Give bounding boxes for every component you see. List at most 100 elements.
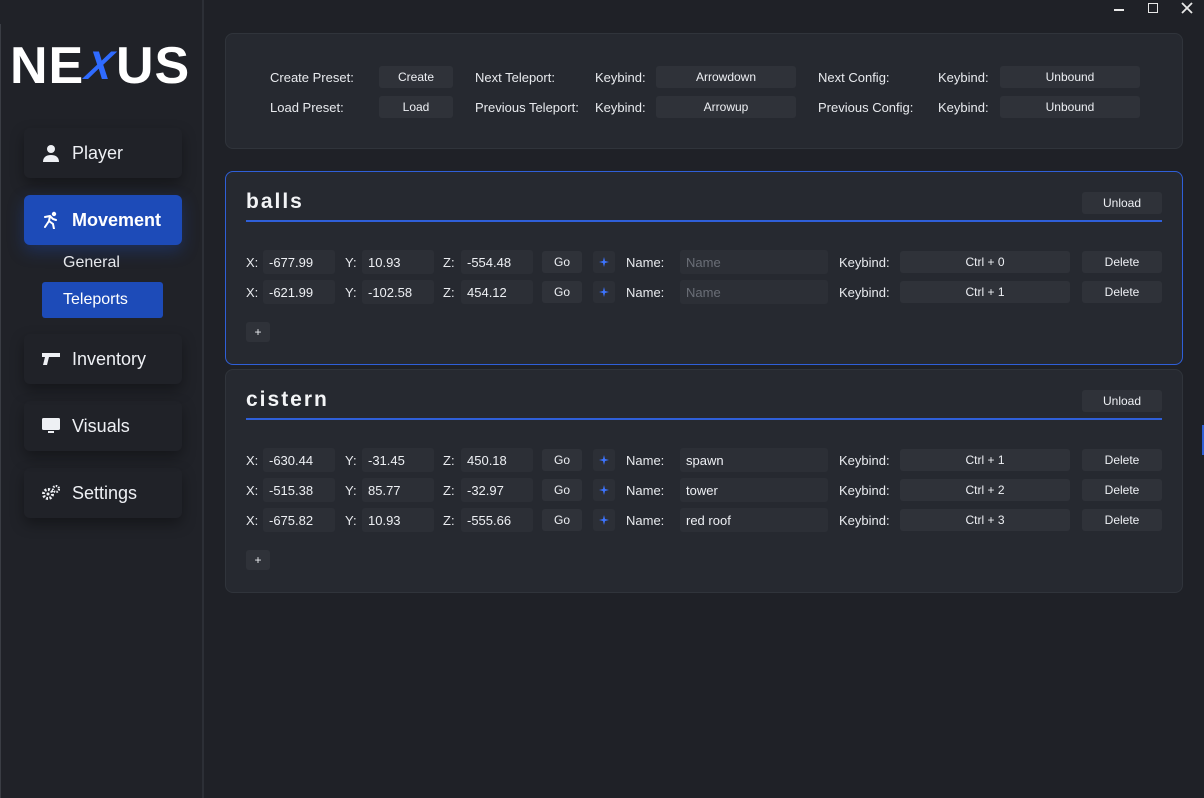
keybind-label: Keybind: xyxy=(839,285,890,300)
name-field[interactable] xyxy=(680,448,828,472)
sidebar-item-inventory[interactable]: Inventory xyxy=(24,334,182,384)
set-position-button[interactable] xyxy=(593,479,615,501)
y-coordinate: -31.45 xyxy=(362,448,434,472)
y-label: Y: xyxy=(345,483,357,498)
x-coordinate: -621.99 xyxy=(263,280,335,304)
crosshair-icon xyxy=(599,485,609,495)
maximize-button[interactable] xyxy=(1136,0,1170,16)
z-coordinate: -32.97 xyxy=(461,478,533,502)
name-input[interactable] xyxy=(686,512,828,528)
sidebar-subitem-label: General xyxy=(63,254,120,271)
close-button[interactable] xyxy=(1170,0,1204,16)
keybind-label: Keybind: xyxy=(839,453,890,468)
x-coordinate: -675.82 xyxy=(263,508,335,532)
go-button[interactable]: Go xyxy=(542,251,582,273)
sidebar-item-player[interactable]: Player xyxy=(24,128,182,178)
name-input[interactable] xyxy=(686,452,828,468)
gears-icon xyxy=(42,484,60,502)
x-label: X: xyxy=(246,255,259,270)
delete-button[interactable]: Delete xyxy=(1082,449,1162,471)
go-button[interactable]: Go xyxy=(542,509,582,531)
crosshair-icon xyxy=(599,455,609,465)
delete-button[interactable]: Delete xyxy=(1082,479,1162,501)
name-input[interactable] xyxy=(686,284,828,300)
sidebar-item-settings[interactable]: Settings xyxy=(24,468,182,518)
monitor-icon xyxy=(42,417,60,435)
previous-config-keybind-button[interactable]: Unbound xyxy=(1000,96,1140,118)
maximize-icon xyxy=(1148,3,1158,13)
add-teleport-button[interactable]: + xyxy=(246,550,270,570)
create-preset-button[interactable]: Create xyxy=(379,66,453,88)
go-button[interactable]: Go xyxy=(542,479,582,501)
x-coordinate: -677.99 xyxy=(263,250,335,274)
teleport-keybind-button[interactable]: Ctrl + 3 xyxy=(900,509,1070,531)
name-input[interactable] xyxy=(686,482,828,498)
z-coordinate: -555.66 xyxy=(461,508,533,532)
keybind-label: Keybind: xyxy=(839,513,890,528)
name-field[interactable] xyxy=(680,250,828,274)
name-field[interactable] xyxy=(680,280,828,304)
delete-button[interactable]: Delete xyxy=(1082,509,1162,531)
z-coordinate: -554.48 xyxy=(461,250,533,274)
running-icon xyxy=(42,211,60,229)
preset-title: cistern xyxy=(246,388,329,411)
teleport-keybind-button[interactable]: Ctrl + 1 xyxy=(900,449,1070,471)
next-config-keybind-button[interactable]: Unbound xyxy=(1000,66,1140,88)
user-icon xyxy=(42,144,60,162)
name-label: Name: xyxy=(626,513,665,528)
minimize-icon xyxy=(1114,9,1124,11)
set-position-button[interactable] xyxy=(593,251,615,273)
name-field[interactable] xyxy=(680,508,828,532)
teleport-keybind-button[interactable]: Ctrl + 2 xyxy=(900,479,1070,501)
create-preset-label: Create Preset: xyxy=(270,70,354,85)
unload-button[interactable]: Unload xyxy=(1082,192,1162,214)
name-label: Name: xyxy=(626,285,665,300)
minimize-button[interactable] xyxy=(1102,0,1136,16)
name-label: Name: xyxy=(626,453,665,468)
close-icon xyxy=(1181,2,1193,14)
delete-button[interactable]: Delete xyxy=(1082,251,1162,273)
next-teleport-label: Next Teleport: xyxy=(475,70,555,85)
name-input[interactable] xyxy=(686,254,828,270)
sidebar: NE X US Player Movement General Teleport… xyxy=(0,0,204,798)
teleport-keybind-button[interactable]: Ctrl + 1 xyxy=(900,281,1070,303)
preset-panel: cistern Unload X: -630.44 Y: -31.45 Z: 450.18 Go… xyxy=(225,369,1183,593)
name-label: Name: xyxy=(626,483,665,498)
add-teleport-button[interactable]: + xyxy=(246,322,270,342)
name-field[interactable] xyxy=(680,478,828,502)
set-position-button[interactable] xyxy=(593,509,615,531)
teleport-keybind-button[interactable]: Ctrl + 0 xyxy=(900,251,1070,273)
previous-teleport-keybind-button[interactable]: Arrowup xyxy=(656,96,796,118)
load-preset-button[interactable]: Load xyxy=(379,96,453,118)
preset-title-underline xyxy=(246,220,1162,222)
x-label: X: xyxy=(246,513,259,528)
window-edge xyxy=(0,24,1,798)
preset-panel: balls Unload X: -677.99 Y: 10.93 Z: -554.48 Go Na… xyxy=(225,171,1183,365)
sidebar-item-label: Inventory xyxy=(72,348,147,369)
crosshair-icon xyxy=(599,287,609,297)
set-position-button[interactable] xyxy=(593,449,615,471)
sidebar-item-label: Player xyxy=(72,142,124,163)
set-position-button[interactable] xyxy=(593,281,615,303)
x-label: X: xyxy=(246,483,259,498)
delete-button[interactable]: Delete xyxy=(1082,281,1162,303)
sidebar-item-movement[interactable]: Movement xyxy=(24,195,182,245)
go-button[interactable]: Go xyxy=(542,281,582,303)
next-teleport-keybind-button[interactable]: Arrowdown xyxy=(656,66,796,88)
unload-button[interactable]: Unload xyxy=(1082,390,1162,412)
y-coordinate: 10.93 xyxy=(362,508,434,532)
logo-text-left: NE xyxy=(10,37,85,95)
z-label: Z: xyxy=(443,255,455,270)
sidebar-subitem-teleports[interactable]: Teleports xyxy=(42,282,163,318)
sidebar-subitem-general[interactable]: General xyxy=(42,245,163,281)
window-controls xyxy=(1102,0,1204,16)
sidebar-item-visuals[interactable]: Visuals xyxy=(24,401,182,451)
preset-title: balls xyxy=(246,190,304,213)
z-label: Z: xyxy=(443,285,455,300)
sidebar-item-label: Settings xyxy=(72,482,138,503)
keybind-label: Keybind: xyxy=(938,70,989,85)
crosshair-icon xyxy=(599,515,609,525)
previous-teleport-label: Previous Teleport: xyxy=(475,100,579,115)
go-button[interactable]: Go xyxy=(542,449,582,471)
y-coordinate: 85.77 xyxy=(362,478,434,502)
